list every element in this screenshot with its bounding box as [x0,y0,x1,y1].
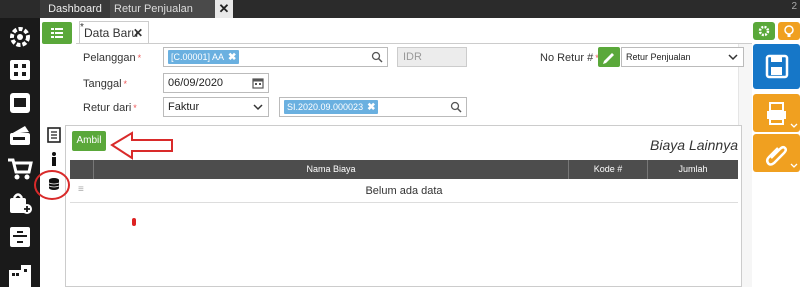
retur-dari-select[interactable]: Faktur [163,97,269,117]
search-icon[interactable] [371,51,383,63]
bag-plus-icon[interactable] [7,190,33,216]
list-view-button[interactable] [42,22,72,44]
empty-row: ≡ Belum ada data [70,179,738,203]
column-jumlah[interactable]: Jumlah [648,160,738,179]
printer-icon [767,102,798,128]
cart-icon[interactable] [7,156,33,182]
divider [76,43,752,44]
building-icon[interactable] [7,262,33,288]
card-icon[interactable] [7,122,33,148]
no-retur-select[interactable]: Retur Penjualan [621,47,744,67]
archive-icon[interactable] [7,224,33,250]
settings-button[interactable] [753,22,775,40]
top-tab-bar: Dashboard Retur Penjualan ✕ 2 [0,0,800,18]
calendar-icon[interactable] [252,77,264,89]
table-header: Nama Biaya Kode # Jumlah [70,160,738,179]
wallet-icon[interactable] [7,90,33,116]
edit-number-button[interactable] [598,47,620,67]
corner-indicator: 2 [791,1,797,12]
remove-pelanggan-icon[interactable]: ✖ [228,52,236,63]
faktur-chip: SI.2020.09.000023 ✖ [284,100,379,114]
grid-icon[interactable] [7,57,33,83]
remove-faktur-icon[interactable]: ✖ [367,102,375,113]
red-mark [132,218,136,226]
info-icon[interactable] [45,150,63,168]
attachment-button[interactable] [753,134,800,172]
tab-data-baru-label: Data Baru [84,26,139,40]
no-retur-label: No Retur # * [540,52,599,64]
currency-field: IDR [397,47,467,67]
empty-message: Belum ada data [365,185,443,197]
column-nama-biaya[interactable]: Nama Biaya [94,160,569,179]
retur-dari-label: Retur dari * [83,102,137,114]
list-icon [51,28,63,38]
coins-icon[interactable] [45,175,63,193]
paperclip-icon [765,145,798,168]
pelanggan-field[interactable]: [C.00001] AA ✖ [163,47,388,67]
unsaved-marker: * [80,22,84,33]
pelanggan-chip: [C.00001] AA ✖ [168,50,240,64]
section-switcher [43,126,65,287]
pelanggan-label: Pelanggan * [83,52,142,64]
print-button[interactable] [753,94,800,132]
biaya-panel [65,125,742,287]
tanggal-label: Tanggal * [83,78,128,90]
gear-icon [758,25,770,37]
header-handle-cell [70,160,94,179]
tanggal-field[interactable]: 06/09/2020 [163,73,269,93]
section-title: Biaya Lainnya [650,137,738,153]
tab-data-baru[interactable]: * Data Baru ✕ [79,21,149,43]
tab-retur-penjualan[interactable]: Retur Penjualan [110,0,215,18]
gear-icon[interactable] [7,24,33,50]
faktur-field[interactable]: SI.2020.09.000023 ✖ [279,97,467,117]
chevron-down-icon [728,54,738,61]
save-button[interactable] [753,44,800,89]
save-icon [765,54,789,79]
document-icon[interactable] [45,126,63,144]
sidebar [0,18,40,288]
column-kode[interactable]: Kode # [569,160,648,179]
ambil-button[interactable]: Ambil [72,131,106,151]
close-tab-button[interactable]: ✕ [215,0,233,18]
tab-dashboard[interactable]: Dashboard [40,0,110,18]
search-icon[interactable] [450,101,462,113]
pencil-icon [603,53,614,64]
chevron-down-icon [253,104,263,111]
lightbulb-icon [784,25,794,37]
hint-button[interactable] [778,22,800,40]
close-doc-tab-icon[interactable]: ✕ [133,22,143,44]
